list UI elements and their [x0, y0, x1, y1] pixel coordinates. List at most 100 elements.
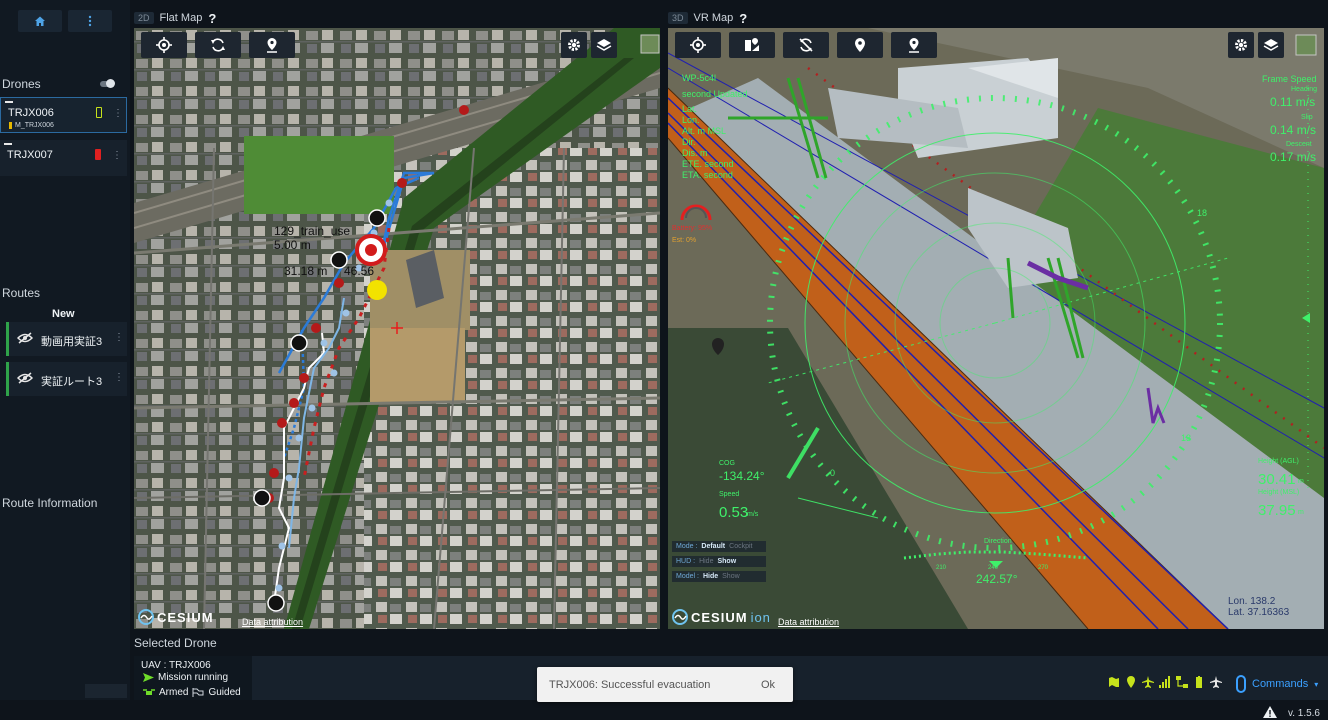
vertical-dots-icon — [88, 15, 92, 27]
refresh-icon — [211, 38, 225, 52]
hud-slip-value: 0.14 m/s — [1270, 123, 1317, 137]
location-pin-icon — [1127, 676, 1135, 688]
toast-message: TRJX006: Successful evacuation — [549, 679, 711, 691]
hud-field-dis: Dis. m — [682, 148, 708, 158]
vr-layers-button[interactable] — [1258, 32, 1284, 58]
eye-off-icon[interactable] — [17, 372, 33, 384]
model-hide[interactable]: Hide — [703, 573, 718, 580]
selected-drone-label: Selected Drone — [134, 636, 217, 650]
mode-inactive[interactable]: Cockpit — [729, 543, 752, 550]
map-icon — [1109, 677, 1119, 687]
vr-locate-button[interactable] — [675, 32, 721, 58]
more-menu-button[interactable] — [68, 10, 112, 32]
hud-heading-value: 0.11 m/s — [1270, 95, 1316, 109]
crosshair-icon — [156, 37, 172, 53]
flat-data-attribution-link[interactable]: Data attribution — [242, 617, 303, 627]
flat-layers-button[interactable] — [591, 32, 617, 58]
mission-color-bar — [9, 122, 12, 129]
drone-item-trjx006[interactable]: TRJX006 M_TRJX006 ⋮ — [0, 97, 127, 133]
model-label: Model : — [676, 573, 699, 580]
vr-settings-button[interactable] — [1228, 32, 1254, 58]
hud-battery: Battery: 95% — [672, 225, 713, 232]
hud-height-agl-value: 30.41 — [1258, 471, 1296, 488]
home-button[interactable] — [18, 10, 62, 32]
route-menu-icon[interactable]: ⋮ — [114, 333, 124, 343]
mode-active[interactable]: Default — [701, 543, 725, 550]
drone-item-marker — [4, 143, 12, 145]
vr-pin-ground-button[interactable] — [891, 32, 937, 58]
cesium-logo-icon — [138, 609, 154, 625]
uav-label: UAV : TRJX006 — [141, 660, 211, 671]
map-pin-icon — [267, 38, 277, 53]
hud-descent-label: Descent — [1286, 141, 1312, 148]
hud-field-dir: Dir. — [682, 137, 696, 147]
route-item-2[interactable]: 実証ルート3 ⋮ — [6, 362, 127, 396]
hud-ring-label: 0 — [830, 468, 836, 478]
vr-sync-off-button[interactable] — [783, 32, 829, 58]
hud-direction-tick: 240 — [988, 565, 999, 571]
flat-map-help-button[interactable]: ? — [208, 11, 216, 26]
drone-item-trjx007[interactable]: TRJX007 ⋮ — [0, 140, 127, 176]
vr-map-help-button[interactable]: ? — [739, 11, 747, 26]
route-map-icon — [745, 38, 759, 51]
selected-drone-status: UAV : TRJX006 Mission running Armed Guid… — [134, 656, 252, 700]
arm-status: Armed Guided — [143, 687, 241, 698]
hud-hide[interactable]: Hide — [699, 558, 713, 565]
guided-flag-icon — [192, 688, 204, 697]
hud-height-agl-label: Height (AGL) — [1258, 458, 1299, 465]
pin-button[interactable] — [249, 32, 295, 58]
satellite-map — [134, 28, 660, 629]
route-information-title: Route Information — [2, 496, 98, 510]
status-icon-row — [1108, 676, 1222, 688]
flat-settings-button[interactable] — [561, 32, 587, 58]
flat-map-view[interactable]: 129_train_use 5.00 m 31.18 m 46.56 CESIU… — [134, 28, 660, 629]
mode-toggle-mode[interactable]: Mode : Default Cockpit — [672, 541, 766, 552]
map-pin-icon — [855, 38, 865, 52]
app-root: Drones TRJX006 M_TRJX006 ⋮ TRJX007 ⋮ Rou… — [0, 0, 1328, 720]
hud-speed-unit: m/s — [747, 511, 759, 518]
battery-icon — [96, 107, 102, 118]
cesium-ion-logo: CESIUM ion — [672, 609, 771, 625]
signal-icon — [1159, 676, 1170, 688]
hud-show[interactable]: Show — [717, 558, 736, 565]
hud-field-lon: Lon. — [682, 115, 700, 125]
vr-route-button[interactable] — [729, 32, 775, 58]
mode-toggle-model[interactable]: Model : Hide Show — [672, 571, 766, 582]
vr-data-attribution-link[interactable]: Data attribution — [778, 617, 839, 627]
flat-map-right-tools — [561, 32, 617, 58]
vr-pin-button[interactable] — [837, 32, 883, 58]
route-menu-icon[interactable]: ⋮ — [114, 373, 124, 383]
warning-icon[interactable] — [1263, 706, 1277, 718]
hud-ring-label: 18 — [1197, 208, 1208, 218]
vr-map-view[interactable]: WP-5c4l second Updated Lat. Lon. Alt. m … — [668, 28, 1324, 629]
crosshair-icon — [690, 37, 706, 53]
hud-field-lat: Lat. — [682, 104, 698, 114]
drones-toggle[interactable] — [100, 79, 115, 88]
hud-height-msl-value: 37.95 — [1258, 502, 1296, 519]
eye-off-icon[interactable] — [17, 332, 33, 344]
hud-height-agl-unit: m — [1298, 478, 1304, 485]
hud-waypoint: WP-5c4l — [682, 73, 717, 83]
mission-text: Mission running — [158, 672, 229, 683]
sync-button[interactable] — [195, 32, 241, 58]
hud-field-alt: Alt. m MSL — [682, 126, 727, 136]
waypoint-name-label: 129_train_use — [274, 224, 351, 238]
toast-ok-button[interactable]: Ok — [761, 679, 775, 691]
model-show[interactable]: Show — [722, 573, 740, 580]
drone-name: TRJX007 — [7, 149, 53, 161]
commands-button[interactable]: Commands ▾ — [1228, 667, 1328, 701]
route-item-1[interactable]: 動画用実証3 ⋮ — [6, 322, 127, 356]
hud-heading-label: Heading — [1291, 86, 1318, 93]
locate-button[interactable] — [141, 32, 187, 58]
hud-updated: second Updated — [682, 89, 748, 99]
layers-icon — [596, 39, 612, 51]
drone-menu-icon[interactable]: ⋮ — [112, 151, 122, 161]
hud-direction-tick: 270 — [1038, 565, 1049, 571]
hud-speed-label: Speed — [719, 491, 740, 498]
drone-menu-icon[interactable]: ⋮ — [113, 109, 123, 119]
cesium-logo-icon — [672, 609, 688, 625]
new-route-button[interactable]: New — [52, 308, 75, 320]
cesium-logo-text: CESIUM — [157, 609, 214, 625]
drone-mission-sub: M_TRJX006 — [9, 122, 54, 129]
mode-toggle-hud[interactable]: HUD : Hide Show — [672, 556, 766, 567]
